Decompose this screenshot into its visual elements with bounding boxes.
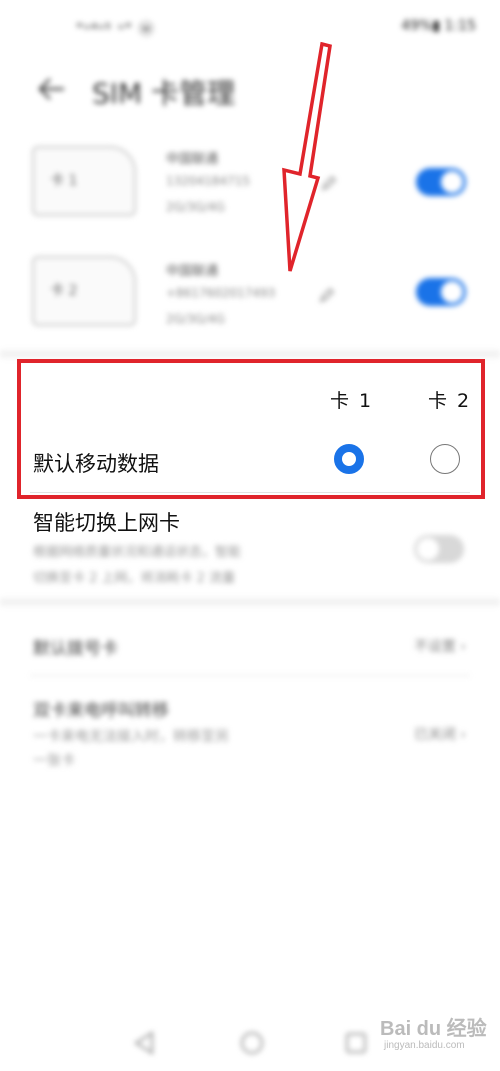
default-call-label: 默认拨号卡	[33, 639, 118, 659]
sim-2-toggle[interactable]	[416, 278, 466, 306]
sim-slot-label: 卡 2	[50, 283, 78, 299]
sim-row-2: 卡 2 中国联通 +8617602017493 2G/3G/4G	[0, 250, 500, 340]
section-divider	[0, 350, 500, 358]
default-data-label: 默认移动数据	[33, 452, 159, 476]
smart-desc-line: 切换至卡 2 上网，将消耗卡 2 流量	[33, 571, 236, 586]
card-1-radio[interactable]	[334, 444, 364, 474]
highlight-box	[17, 359, 485, 499]
smart-switch-label: 智能切换上网卡	[33, 511, 180, 535]
card-2-radio[interactable]	[430, 444, 460, 474]
watermark-text: Bai du 经验	[380, 1018, 487, 1040]
sim-number: +8617602017493	[166, 286, 276, 300]
watermark-sub: jingyan.baidu.com	[384, 1040, 465, 1051]
dual-card-desc: 一卡来电无法接入时，转移至另	[33, 729, 229, 745]
default-call-row[interactable]: 默认拨号卡 不设置 ›	[0, 620, 500, 670]
status-bar: "ᵘ⁴ᵘ⁵ ᵘ" ⓦ 49%▮ 1:15	[0, 0, 500, 60]
row-divider	[30, 675, 470, 676]
home-circle-icon[interactable]	[238, 1029, 266, 1057]
default-call-value: 不设置 ›	[413, 639, 466, 655]
smart-desc-line: 根据网络质量状况和通话状态，智能	[33, 545, 242, 560]
signal-status: "ᵘ⁴ᵘ⁵ ᵘ" ⓦ	[76, 20, 155, 38]
baidu-watermark: Bai du 经验 jingyan.baidu.com	[380, 1012, 490, 1062]
app-header: SIM 卡管理	[0, 60, 500, 120]
dual-card-row[interactable]: 双卡来电呼叫转移 一卡来电无法接入时，转移至另 一张卡 已关闭 ›	[0, 688, 500, 778]
page-title: SIM 卡管理	[92, 77, 236, 110]
edit-icon[interactable]	[318, 286, 336, 304]
dual-card-label: 双卡来电呼叫转移	[33, 701, 169, 721]
sim-network: 2G/3G/4G	[166, 312, 225, 326]
dual-card-value: 已关闭 ›	[413, 727, 466, 743]
back-arrow-icon[interactable]	[34, 74, 68, 104]
back-triangle-icon[interactable]	[130, 1029, 158, 1057]
sim-network: 2G/3G/4G	[166, 200, 225, 214]
section-divider	[0, 598, 500, 606]
smart-switch-desc: 根据网络质量状况和通话状态，智能 切换至卡 2 上网，将消耗卡 2 流量	[0, 535, 500, 590]
battery-clock: 49%▮ 1:15	[401, 18, 476, 34]
sim-row-1: 卡 1 中国联通 13204184715 2G/3G/4G	[0, 140, 500, 230]
row-divider	[30, 492, 470, 493]
sim-slot-label: 卡 1	[50, 173, 78, 189]
smart-switch-toggle[interactable]	[414, 535, 464, 563]
annotation-arrow-icon	[282, 41, 332, 272]
sim-card-icon: 卡 2	[32, 256, 136, 326]
sim-carrier: 中国联通	[166, 264, 219, 279]
sim-carrier: 中国联通	[166, 152, 219, 167]
card-1-header: 卡 1	[330, 390, 374, 412]
dual-card-desc: 一张卡	[33, 753, 75, 769]
recents-square-icon[interactable]	[342, 1029, 370, 1057]
card-2-header: 卡 2	[428, 390, 472, 412]
sim-card-icon: 卡 1	[32, 146, 136, 216]
sim-number: 13204184715	[166, 174, 250, 188]
sim-1-toggle[interactable]	[416, 168, 466, 196]
